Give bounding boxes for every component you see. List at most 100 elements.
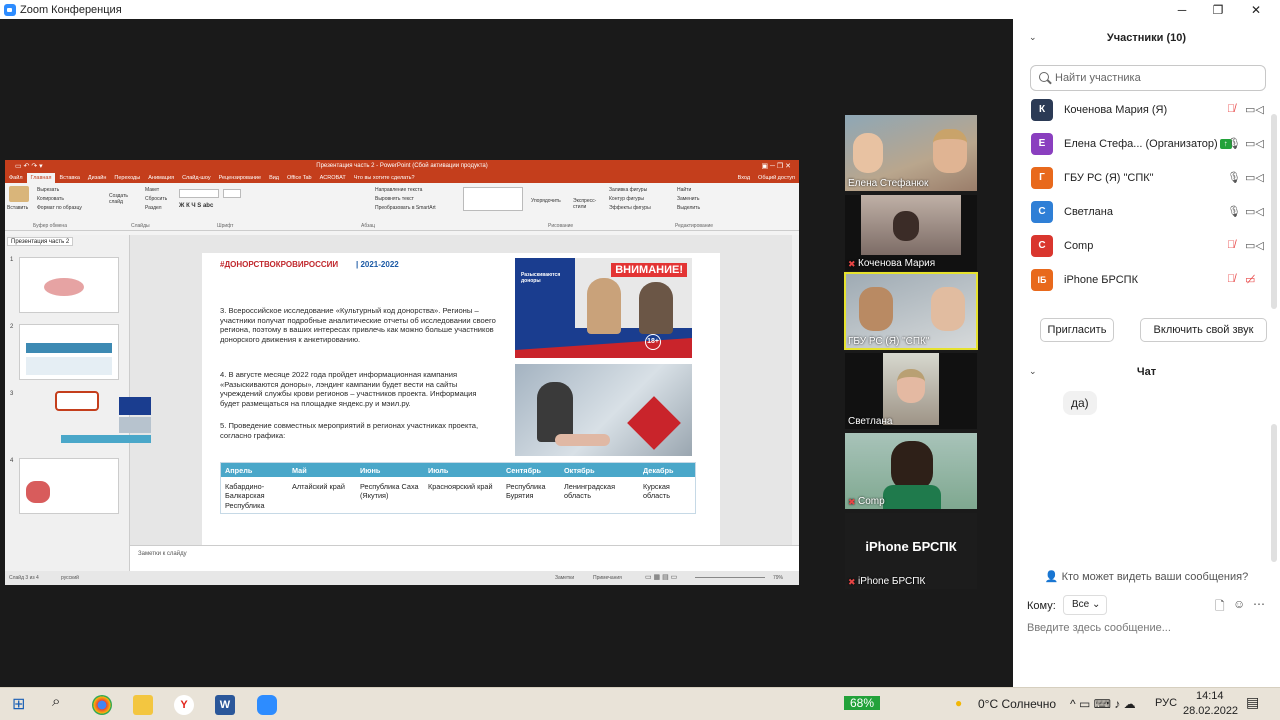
ppt-tab[interactable]: Файл	[5, 175, 27, 181]
mic-icon[interactable]: 🎙	[1227, 171, 1241, 184]
video-tile-2[interactable]: ✖ Коченова Мария	[845, 195, 977, 271]
ppt-tell-me[interactable]: Что вы хотите сделать?	[350, 175, 419, 181]
more-icon[interactable]: ⋯	[1253, 597, 1265, 611]
slide-thumbnail-2[interactable]	[19, 324, 119, 380]
new-slide-button[interactable]: Создать слайд	[109, 193, 137, 205]
shapes-gallery[interactable]	[463, 187, 523, 211]
video-tile-4[interactable]: Светлана	[845, 353, 977, 429]
video-tile-5[interactable]: ✖ Comp	[845, 433, 977, 509]
file-icon[interactable]: 🗋	[1215, 597, 1225, 618]
view-buttons-icons[interactable]: ▭ ▦ ▤ ▭	[645, 573, 677, 581]
chrome-icon[interactable]	[92, 695, 112, 715]
word-icon[interactable]: W	[215, 695, 235, 715]
camera-icon[interactable]: ▭◁	[1245, 171, 1264, 184]
replace-button[interactable]: Заменить	[677, 196, 699, 202]
start-button-icon[interactable]: ⊞	[12, 694, 25, 714]
video-tile-6[interactable]: iPhone БРСПК ✖ iPhone БРСПК	[845, 513, 977, 589]
zoom-level[interactable]: 79%	[773, 575, 783, 581]
clock-date[interactable]: 28.02.2022	[1183, 705, 1238, 717]
video-tile-1[interactable]: Елена Стефанюк	[845, 115, 977, 191]
mic-muted-icon[interactable]: 🎙̸	[1227, 239, 1235, 251]
document-tab[interactable]: Презентация часть 2	[7, 237, 74, 246]
file-explorer-icon[interactable]	[133, 695, 153, 715]
camera-off-icon[interactable]: ▭̸	[1245, 273, 1255, 286]
participant-row[interactable]: IБ iPhone БРСПК 🎙̸ ▭̸	[1013, 263, 1280, 297]
input-language[interactable]: РУС	[1155, 697, 1177, 709]
participant-row[interactable]: С Comp 🎙̸ ▭◁	[1013, 229, 1280, 263]
notes-pane[interactable]: Заметки к слайду	[130, 545, 799, 571]
ppt-tab-home[interactable]: Главная	[26, 173, 56, 183]
battery-indicator[interactable]: 68%	[844, 696, 881, 710]
ppt-tab[interactable]: Office Tab	[283, 175, 316, 181]
section-button[interactable]: Раздел	[145, 205, 162, 211]
find-button[interactable]: Найти	[677, 187, 691, 193]
font-name-field[interactable]	[179, 189, 219, 198]
shape-effects-button[interactable]: Эффекты фигуры	[609, 205, 651, 211]
camera-icon[interactable]: ▭◁	[1245, 137, 1264, 150]
mic-muted-icon[interactable]: 🎙̸	[1227, 273, 1235, 285]
align-text-button[interactable]: Выровнять текст	[375, 196, 414, 202]
mic-icon[interactable]: 🎙	[1227, 205, 1241, 218]
ppt-tab[interactable]: Вставка	[55, 175, 83, 181]
slide-thumbnail-3[interactable]	[55, 391, 151, 443]
ppt-tab[interactable]: Дизайн	[84, 175, 111, 181]
chat-recipient-select[interactable]: Все ⌄	[1063, 595, 1107, 615]
mic-muted-icon[interactable]: 🎙̸	[1227, 103, 1235, 115]
zoom-taskbar-icon[interactable]	[257, 695, 277, 715]
smartart-button[interactable]: Преобразовать в SmartArt	[375, 205, 436, 211]
restore-button[interactable]: ❐	[1200, 0, 1236, 19]
participants-scrollbar[interactable]	[1271, 114, 1277, 309]
copy-button[interactable]: Копировать	[37, 196, 64, 202]
video-tile-3-active-speaker[interactable]: ГБУ РС (Я) "СПК"	[844, 272, 978, 350]
yandex-browser-icon[interactable]: Y	[174, 695, 194, 715]
ppt-signin[interactable]: Вход	[734, 175, 754, 181]
layout-button[interactable]: Макет	[145, 187, 159, 193]
font-format-icons[interactable]: Ж К Ч S abc	[179, 203, 213, 209]
ppt-tab[interactable]: Анимация	[144, 175, 178, 181]
shape-fill-button[interactable]: Заливка фигуры	[609, 187, 647, 193]
emoji-icon[interactable]: ☺	[1233, 597, 1245, 611]
comments-toggle[interactable]: Примечания	[593, 575, 622, 581]
ppt-tab[interactable]: Рецензирование	[215, 175, 265, 181]
participant-row[interactable]: С Светлана 🎙 ▭◁	[1013, 195, 1280, 229]
ppt-tab[interactable]: ACROBAT	[316, 175, 350, 181]
invite-button[interactable]: Пригласить	[1040, 318, 1114, 342]
format-painter-button[interactable]: Формат по образцу	[37, 205, 82, 211]
reset-button[interactable]: Сбросить	[145, 196, 167, 202]
chat-message-input[interactable]: Введите здесь сообщение...	[1027, 622, 1171, 634]
zoom-slider[interactable]	[695, 577, 765, 578]
participant-row[interactable]: К Коченова Мария (Я) 🎙̸ ▭◁	[1013, 93, 1280, 127]
clock-time[interactable]: 14:14	[1196, 690, 1224, 702]
ppt-share[interactable]: Общий доступ	[754, 175, 799, 181]
shape-outline-button[interactable]: Контур фигуры	[609, 196, 644, 202]
paste-icon[interactable]	[9, 186, 29, 202]
weather-text[interactable]: 0°C Солнечно	[978, 697, 1056, 711]
text-direction-button[interactable]: Направление текста	[375, 187, 422, 193]
notes-toggle[interactable]: Заметки	[555, 575, 574, 581]
camera-icon[interactable]: ▭◁	[1245, 205, 1264, 218]
participant-row[interactable]: Г ГБУ РС (Я) "СПК" 🎙 ▭◁	[1013, 161, 1280, 195]
slide-thumbnail-4[interactable]	[19, 458, 119, 514]
unmute-button[interactable]: Включить свой звук	[1140, 318, 1267, 342]
slide-thumbnail-1[interactable]	[19, 257, 119, 313]
close-button[interactable]: ✕	[1238, 0, 1274, 19]
mic-icon[interactable]: 🎙	[1227, 137, 1241, 150]
chat-scrollbar[interactable]	[1271, 424, 1277, 562]
ppt-tab[interactable]: Вид	[265, 175, 283, 181]
chat-visibility-link[interactable]: 👤 Кто может видеть ваши сообщения?	[1013, 570, 1280, 583]
notifications-icon[interactable]: ▤	[1246, 694, 1259, 711]
slide-scrollbar[interactable]	[792, 235, 799, 545]
minimize-button[interactable]: ─	[1164, 0, 1200, 19]
participant-search-input[interactable]: Найти участника	[1030, 65, 1266, 91]
select-button[interactable]: Выделить	[677, 205, 700, 211]
cut-button[interactable]: Вырезать	[37, 187, 59, 193]
font-size-field[interactable]	[223, 189, 241, 198]
ppt-tab[interactable]: Слайд-шоу	[178, 175, 215, 181]
camera-icon[interactable]: ▭◁	[1245, 239, 1264, 252]
search-icon[interactable]: ⌕	[52, 693, 60, 710]
ppt-tab[interactable]: Переходы	[110, 175, 144, 181]
quick-styles-button[interactable]: Экспресс-стили	[573, 198, 603, 210]
paste-button[interactable]: Вставить	[7, 205, 28, 211]
arrange-button[interactable]: Упорядочить	[531, 198, 561, 204]
participant-row[interactable]: Е Елена Стефа... (Организатор) ↑ 🎙 ▭◁	[1013, 127, 1280, 161]
